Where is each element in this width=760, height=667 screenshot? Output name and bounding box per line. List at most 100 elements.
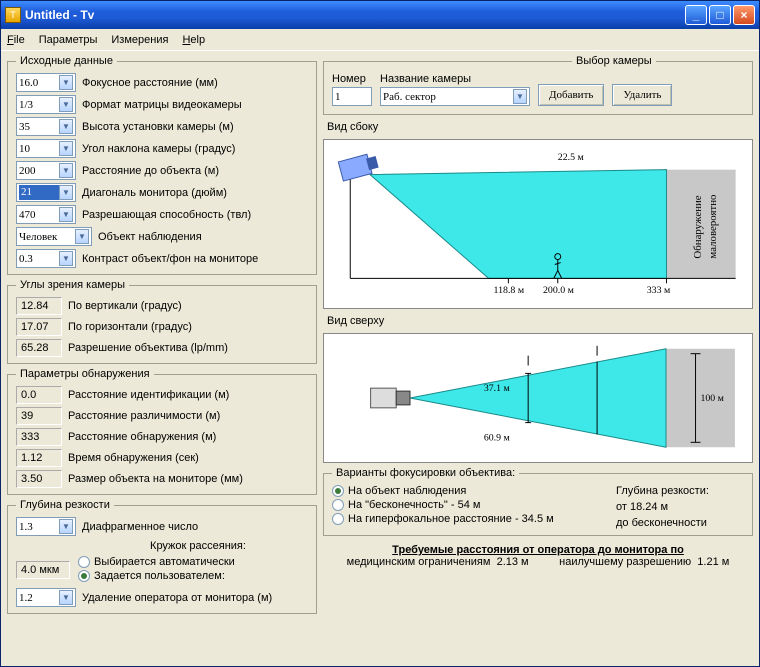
radio-focus-hyper-label: На гиперфокальное расстояние - 34.5 м [348, 513, 554, 525]
menu-help[interactable]: Help [182, 34, 205, 46]
group-detect-legend: Параметры обнаружения [16, 368, 154, 380]
tvl-combo[interactable]: 470▼ [16, 205, 76, 224]
radio-user-label: Задается пользователем: [94, 570, 225, 582]
group-angles-legend: Углы зрения камеры [16, 279, 129, 291]
height-combo[interactable]: 35▼ [16, 117, 76, 136]
svg-text:22.5 м: 22.5 м [558, 152, 585, 163]
time-field: 1.12 [16, 449, 62, 467]
fnum-label: Диафрагменное число [82, 521, 198, 533]
camnum-label: Номер [332, 73, 372, 85]
radio-focus-obj[interactable] [332, 485, 344, 497]
top-view-diagram: 37.1 м 60.9 м 100 м [323, 333, 753, 463]
close-button[interactable]: × [733, 5, 755, 25]
diag-label: Диагональ монитора (дюйм) [82, 187, 227, 199]
chevron-down-icon: ▼ [59, 251, 73, 266]
window-title: Untitled - Tv [25, 8, 685, 22]
focal-combo[interactable]: 16.0▼ [16, 73, 76, 92]
circle-title: Кружок рассеяния: [86, 540, 310, 552]
tvl-label: Разрешающая способность (твл) [82, 209, 251, 221]
svg-text:37.1 м: 37.1 м [484, 383, 510, 394]
dof-to: до бесконечности [616, 517, 746, 529]
best-label: наилучшему разрешению [559, 556, 691, 568]
camnum-input[interactable] [332, 87, 372, 106]
radio-auto-label: Выбирается автоматически [94, 556, 235, 568]
best-val: 1.21 м [697, 556, 729, 568]
side-view-title: Вид сбоку [327, 121, 753, 133]
fnum-combo[interactable]: 1.3▼ [16, 517, 76, 536]
mkm-field: 4.0 мкм [16, 561, 70, 579]
radio-user[interactable] [78, 570, 90, 582]
obj-combo[interactable]: Человек▼ [16, 227, 92, 246]
dist-label: Расстояние до объекта (м) [82, 165, 219, 177]
svg-text:Обнаружение: Обнаружение [692, 195, 704, 258]
radio-focus-hyper[interactable] [332, 513, 344, 525]
chevron-down-icon: ▼ [59, 119, 73, 134]
vert-field: 12.84 [16, 297, 62, 315]
group-detect: Параметры обнаружения 0.0Расстояние иден… [7, 368, 317, 495]
group-camsel: Выбор камеры Номер Название камеры Раб. … [323, 55, 753, 115]
tilt-combo[interactable]: 10▼ [16, 139, 76, 158]
group-depth: Глубина резкости 1.3▼Диафрагменное число… [7, 499, 317, 614]
det-label: Расстояние обнаружения (м) [68, 431, 216, 443]
lpmm-field: 65.28 [16, 339, 62, 357]
group-focus-legend: Варианты фокусировки объектива: [332, 467, 519, 479]
dof-from: от 18.24 м [616, 501, 746, 513]
opdist-combo[interactable]: 1.2▼ [16, 588, 76, 607]
time-label: Время обнаружения (сек) [68, 452, 199, 464]
maximize-button[interactable]: □ [709, 5, 731, 25]
group-source: Исходные данные 16.0▼Фокусное расстояние… [7, 55, 317, 275]
matrix-combo[interactable]: 1/3▼ [16, 95, 76, 114]
radio-auto[interactable] [78, 556, 90, 568]
menu-measure[interactable]: Измерения [111, 34, 168, 46]
ident-field: 0.0 [16, 386, 62, 404]
lpmm-label: Разрешение объектива (lp/mm) [68, 342, 228, 354]
chevron-down-icon: ▼ [59, 97, 73, 112]
svg-text:маловероятно: маловероятно [707, 194, 719, 259]
height-label: Высота установки камеры (м) [82, 121, 234, 133]
menu-file[interactable]: File [7, 34, 25, 46]
svg-text:333 м: 333 м [647, 285, 671, 296]
top-view-title: Вид сверху [327, 315, 753, 327]
chevron-down-icon: ▼ [59, 75, 73, 90]
chevron-down-icon: ▼ [59, 519, 73, 534]
app-icon: T [5, 7, 21, 23]
opdist-label: Удаление оператора от монитора (м) [82, 592, 272, 604]
minimize-button[interactable]: _ [685, 5, 707, 25]
med-label: медицинским ограничениям [347, 556, 491, 568]
chevron-down-icon: ▼ [59, 590, 73, 605]
camname-combo[interactable]: Раб. сектор▼ [380, 87, 530, 106]
menubar: File Параметры Измерения Help [1, 29, 759, 51]
chevron-down-icon: ▼ [59, 207, 73, 222]
diag-combo[interactable]: 21▼ [16, 183, 76, 202]
radio-focus-inf[interactable] [332, 499, 344, 511]
tilt-label: Угол наклона камеры (градус) [82, 143, 235, 155]
med-val: 2.13 м [497, 556, 529, 568]
svg-text:118.8 м: 118.8 м [494, 285, 525, 296]
bottom-title: Требуемые расстояния от оператора до мон… [392, 544, 684, 556]
size-label: Размер объекта на мониторе (мм) [68, 473, 243, 485]
group-angles: Углы зрения камеры 12.84 По вертикали (гр… [7, 279, 317, 364]
horiz-field: 17.07 [16, 318, 62, 336]
chevron-down-icon: ▼ [59, 163, 73, 178]
vert-label: По вертикали (градус) [68, 300, 182, 312]
chevron-down-icon: ▼ [59, 141, 73, 156]
menu-params[interactable]: Параметры [39, 34, 98, 46]
contrast-combo[interactable]: 0.3▼ [16, 249, 76, 268]
disc-label: Расстояние различимости (м) [68, 410, 220, 422]
radio-focus-inf-label: На "бесконечность" - 54 м [348, 499, 480, 511]
add-button[interactable]: Добавить [538, 84, 604, 106]
bottom-info: Требуемые расстояния от оператора до мон… [323, 544, 753, 568]
group-camsel-legend: Выбор камеры [572, 55, 656, 67]
obj-label: Объект наблюдения [98, 231, 202, 243]
side-view-diagram: Обнаружение маловероятно 22.5 м [323, 139, 753, 309]
group-focus: Варианты фокусировки объектива: На объек… [323, 467, 753, 536]
delete-button[interactable]: Удалить [612, 84, 672, 106]
size-field: 3.50 [16, 470, 62, 488]
camname-label: Название камеры [380, 73, 530, 85]
svg-text:200.0 м: 200.0 м [543, 285, 575, 296]
dist-combo[interactable]: 200▼ [16, 161, 76, 180]
titlebar: T Untitled - Tv _ □ × [1, 1, 759, 29]
focal-label: Фокусное расстояние (мм) [82, 77, 218, 89]
radio-focus-obj-label: На объект наблюдения [348, 485, 466, 497]
det-field: 333 [16, 428, 62, 446]
